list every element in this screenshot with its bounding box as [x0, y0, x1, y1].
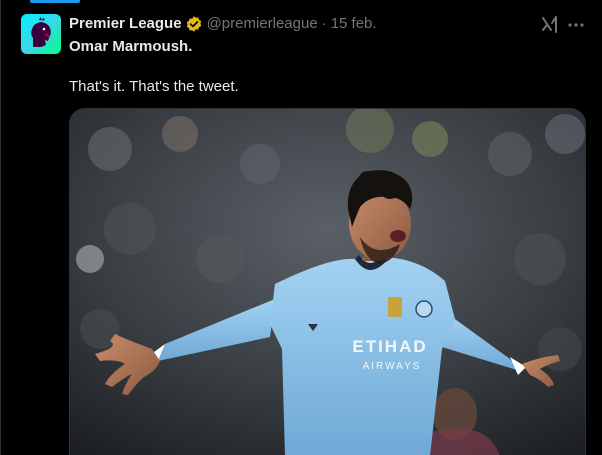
top-accent-bar	[30, 0, 80, 3]
shirt-sponsor-line2: AIRWAYS	[363, 361, 422, 372]
author-name[interactable]: Premier League	[69, 14, 182, 34]
tweet-page: Premier League @premierleague · 15 feb. …	[0, 0, 602, 455]
tweet-headline: Omar Marmoush.	[69, 38, 193, 55]
more-icon[interactable]	[566, 15, 586, 35]
tweet-date[interactable]: 15 feb.	[331, 14, 377, 34]
tweet-header: Premier League @premierleague · 15 feb.	[69, 14, 377, 34]
verified-badge-icon[interactable]	[185, 15, 203, 33]
player-celebration-image: ETIHAD AIRWAYS	[70, 109, 585, 455]
tweet-body: That's it. That's the tweet.	[69, 78, 239, 95]
shirt-sponsor-line1: ETIHAD	[352, 337, 427, 356]
author-handle[interactable]: @premierleague	[207, 14, 318, 34]
grok-icon[interactable]	[540, 15, 560, 35]
avatar[interactable]	[21, 14, 61, 54]
premier-league-lion-icon	[21, 14, 61, 54]
tweet-photo[interactable]: ETIHAD AIRWAYS	[69, 108, 586, 455]
separator-dot: ·	[321, 15, 327, 32]
thread-border	[0, 0, 1, 455]
